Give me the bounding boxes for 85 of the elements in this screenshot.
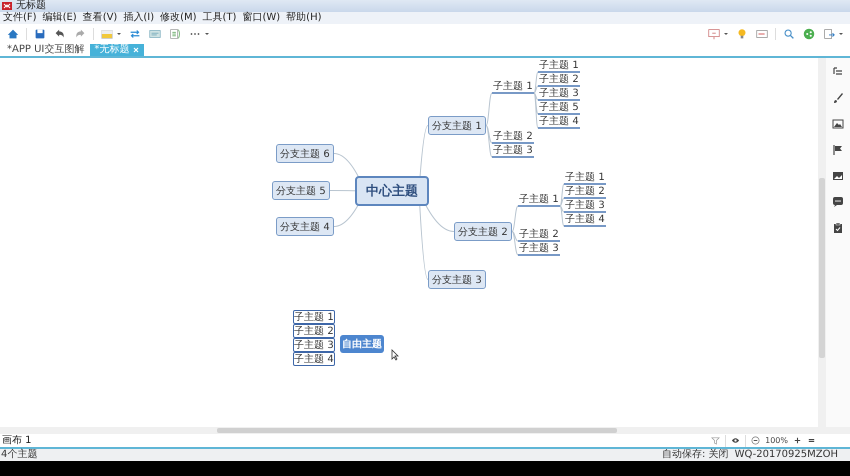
central-topic[interactable]: 中心主题 <box>355 176 429 206</box>
subtopic[interactable]: 子主题 1 <box>538 58 580 72</box>
subtopic[interactable]: 子主题 2 <box>293 324 335 338</box>
topic-underline <box>492 156 534 158</box>
topic-count: 4个主题 <box>1 449 38 461</box>
share-icon[interactable] <box>802 26 816 40</box>
subtopic[interactable]: 子主题 1 <box>492 79 534 93</box>
topic-underline <box>538 99 580 101</box>
subtopic[interactable]: 子主题 3 <box>538 86 580 100</box>
zoom-level: 100% <box>765 436 788 445</box>
eye-icon[interactable] <box>731 436 740 445</box>
subtopic[interactable]: 子主题 3 <box>492 143 534 157</box>
branch-topic[interactable]: 分支主题 3 <box>428 270 486 289</box>
topic-underline <box>518 240 560 242</box>
subtopic[interactable]: 子主题 2 <box>564 184 606 198</box>
autosave-status: 自动保存: 关闭 <box>662 449 729 461</box>
subtopic[interactable]: 子主题 3 <box>518 241 560 255</box>
flag-icon[interactable] <box>832 144 844 156</box>
branch-topic[interactable]: 分支主题 2 <box>454 222 512 241</box>
branch-topic[interactable]: 分支主题 6 <box>276 144 334 163</box>
floating-topic[interactable]: 自由主题 <box>340 335 384 353</box>
topic-underline <box>564 183 606 185</box>
sheet-tab[interactable]: 画布 1 <box>2 434 32 446</box>
subtopic[interactable]: 子主题 4 <box>293 352 335 366</box>
app-logo-icon <box>2 2 12 10</box>
horizontal-scrollbar[interactable] <box>0 427 850 434</box>
caret-icon[interactable] <box>838 30 844 36</box>
branch-topic[interactable]: 分支主题 5 <box>272 181 330 200</box>
editor-tab[interactable]: *APP UI交互图解 <box>3 44 88 56</box>
presentation-icon[interactable] <box>707 26 721 40</box>
topic-underline <box>564 225 606 227</box>
clipboard-icon[interactable] <box>832 222 844 234</box>
subtopic[interactable]: 子主题 1 <box>293 310 335 324</box>
subtopic[interactable]: 子主题 2 <box>492 129 534 143</box>
menu-item[interactable]: 查看(V) <box>82 12 118 24</box>
scroll-thumb[interactable] <box>217 428 617 433</box>
subtopic[interactable]: 子主题 2 <box>538 72 580 86</box>
subtopic[interactable]: 子主题 4 <box>538 114 580 128</box>
vertical-scrollbar[interactable] <box>818 58 826 427</box>
topic-underline <box>538 85 580 87</box>
subtopic[interactable]: 子主题 1 <box>564 170 606 184</box>
cursor-icon <box>391 349 399 361</box>
topic-underline <box>492 92 534 94</box>
topic-underline <box>538 71 580 73</box>
menu-item[interactable]: 修改(M) <box>160 12 197 24</box>
zoom-out-icon[interactable] <box>751 436 760 445</box>
close-icon[interactable] <box>132 46 140 54</box>
subtopic[interactable]: 子主题 3 <box>293 338 335 352</box>
topic-underline <box>492 142 534 144</box>
branch-topic[interactable]: 分支主题 4 <box>276 217 334 236</box>
export-icon[interactable] <box>822 26 836 40</box>
topic-underline <box>518 205 560 207</box>
comment-icon[interactable] <box>832 196 844 208</box>
subtopic[interactable]: 子主题 1 <box>518 192 560 206</box>
note-icon[interactable] <box>168 26 182 40</box>
caret-icon[interactable] <box>723 30 729 36</box>
user-name: WQ-20170925MZOH <box>734 449 838 461</box>
filter-icon[interactable] <box>711 436 720 445</box>
search-icon[interactable] <box>782 26 796 40</box>
fit-icon[interactable] <box>807 436 816 445</box>
subtopic[interactable]: 子主题 2 <box>518 227 560 241</box>
brush-icon[interactable] <box>832 92 844 104</box>
menu-item[interactable]: 插入(I) <box>123 12 154 24</box>
menu-item[interactable]: 工具(T) <box>202 12 236 24</box>
subtopic[interactable]: 子主题 3 <box>564 198 606 212</box>
menu-item[interactable]: 文件(F) <box>3 12 37 24</box>
window-title: 无标题 <box>16 0 46 12</box>
subtopic[interactable]: 子主题 5 <box>538 100 580 114</box>
menu-item[interactable]: 帮助(H) <box>286 12 322 24</box>
save-icon[interactable] <box>33 26 47 40</box>
menu-item[interactable]: 编辑(E) <box>42 12 77 24</box>
zoom-in-icon[interactable] <box>793 436 802 445</box>
caret-icon[interactable] <box>204 30 210 36</box>
subtopic[interactable]: 子主题 4 <box>564 212 606 226</box>
caret-icon[interactable] <box>116 30 122 36</box>
scroll-thumb[interactable] <box>819 178 825 358</box>
topic-underline <box>538 127 580 129</box>
topic-underline <box>564 211 606 213</box>
menu-item[interactable]: 窗口(W) <box>242 12 280 24</box>
image-icon[interactable] <box>832 170 844 182</box>
topic-underline <box>538 113 580 115</box>
branch-topic[interactable]: 分支主题 1 <box>428 116 486 135</box>
topic-underline <box>564 197 606 199</box>
topic-underline <box>518 254 560 256</box>
picture-icon[interactable] <box>832 118 844 130</box>
